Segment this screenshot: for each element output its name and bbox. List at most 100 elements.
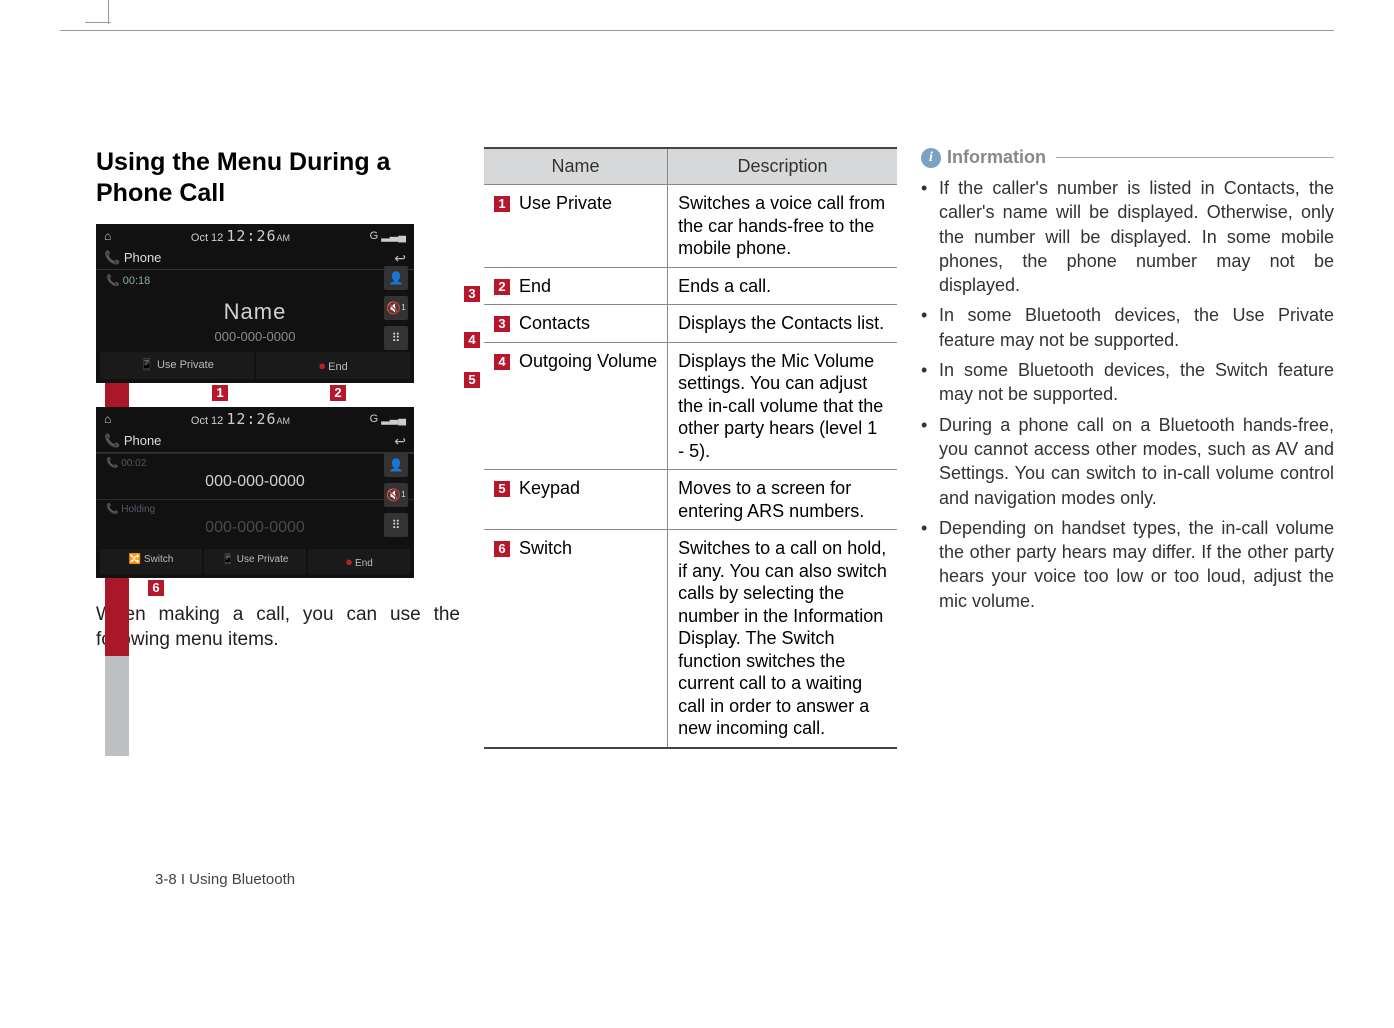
row-badge: 1 [494, 196, 510, 212]
callout-5: 5 [464, 372, 480, 388]
cell-desc: Displays the Mic Volume settings. You ca… [668, 342, 897, 470]
sb-datetime: Oct 12 12:26AM [191, 410, 290, 428]
description-table: Name Description 1 Use PrivateSwitches a… [484, 147, 897, 749]
home-icon: ⌂ [104, 229, 111, 243]
info-icon: i [921, 148, 941, 168]
cell-name: 2 End [484, 267, 668, 305]
info-item: In some Bluetooth devices, the Use Priva… [921, 303, 1334, 352]
table-body: 1 Use PrivateSwitches a voice call from … [484, 185, 897, 748]
sa-ampm: AM [277, 233, 291, 243]
sb-tab-phone: 📞 Phone [104, 433, 161, 449]
row-badge: 5 [494, 481, 510, 497]
sa-tab-phone: 📞 Phone [104, 250, 161, 266]
sb-holding-row: 📞 Holding 000-000-0000 [96, 499, 414, 545]
sa-end-label: End [328, 361, 348, 373]
sb-switch-label: Switch [144, 554, 173, 565]
row-badge: 6 [494, 541, 510, 557]
sa-tabs: 📞 Phone ↩ [96, 248, 414, 270]
sa-number: 000-000-0000 [96, 329, 414, 344]
crop-mark-h [85, 22, 111, 23]
row-badge: 4 [494, 354, 510, 370]
info-item: If the caller's number is listed in Cont… [921, 176, 1334, 297]
page-footer: 3-8 I Using Bluetooth [155, 871, 295, 888]
screenshots: ⌂ Oct 12 12:26AM G ▂▃▄ 📞 Phone ↩ 📞 00:18 [96, 224, 460, 578]
cell-desc: Ends a call. [668, 267, 897, 305]
row-name: End [514, 276, 551, 296]
home-icon: ⌂ [104, 412, 111, 426]
screenshot-b: ⌂ Oct 12 12:26AM G ▂▃▄ 📞 Phone ↩ [96, 407, 414, 578]
sb-switch: 🔀 Switch [100, 549, 202, 574]
cell-desc: Moves to a screen for entering ARS numbe… [668, 470, 897, 530]
sb-top: ⌂ Oct 12 12:26AM G ▂▃▄ [96, 407, 414, 431]
table-row: 3 ContactsDisplays the Contacts list. [484, 305, 897, 343]
screenshot-a: ⌂ Oct 12 12:26AM G ▂▃▄ 📞 Phone ↩ 📞 00:18 [96, 224, 414, 383]
sb-bottom: 🔀 Switch 📱 Use Private ●End [96, 545, 414, 578]
sb-duration: 📞 00:02 [106, 458, 404, 469]
info-item: In some Bluetooth devices, the Switch fe… [921, 358, 1334, 407]
th-name: Name [484, 148, 668, 185]
page: Using the Menu During a Phone Call ⌂ Oct… [60, 30, 1334, 968]
back-icon: ↩ [394, 250, 406, 267]
row-name: Use Private [514, 193, 612, 213]
sb-tabs: 📞 Phone ↩ [96, 431, 414, 453]
callout-1: 1 [212, 385, 228, 401]
sb-holding-number: 000-000-0000 [106, 515, 404, 541]
cell-desc: Switches a voice call from the car hands… [668, 185, 897, 268]
callout-6: 6 [148, 580, 164, 596]
screenshot-b-wrap: ⌂ Oct 12 12:26AM G ▂▃▄ 📞 Phone ↩ [96, 407, 460, 578]
cell-name: 4 Outgoing Volume [484, 342, 668, 470]
info-rule [1056, 157, 1334, 158]
sidebar-gray [105, 656, 129, 756]
info-heading-row: i Information [921, 147, 1334, 168]
cell-name: 1 Use Private [484, 185, 668, 268]
sa-top: ⌂ Oct 12 12:26AM G ▂▃▄ [96, 224, 414, 248]
sb-side-icons: 👤 🔇1 ⠿ [382, 453, 410, 537]
sb-signal: G ▂▃▄ [370, 412, 406, 425]
sa-datetime: Oct 12 12:26AM [191, 227, 290, 245]
end-icon: ● [345, 554, 353, 569]
sb-holding-label: 📞 Holding [106, 504, 404, 515]
info-item: During a phone call on a Bluetooth hands… [921, 413, 1334, 510]
sb-end: ●End [308, 549, 410, 574]
info-heading: Information [947, 147, 1046, 168]
sb-tab-label: Phone [124, 433, 162, 448]
callout-4: 4 [464, 332, 480, 348]
table-row: 1 Use PrivateSwitches a voice call from … [484, 185, 897, 268]
table-row: 6 SwitchSwitches to a call on hold, if a… [484, 530, 897, 748]
body-text: When making a call, you can use the foll… [96, 602, 460, 653]
crop-mark-v [108, 0, 109, 24]
back-icon: ↩ [394, 433, 406, 450]
sb-use-private: 📱 Use Private [204, 549, 306, 574]
sa-bottom: 📱 Use Private ●End [96, 348, 414, 383]
table-row: 4 Outgoing VolumeDisplays the Mic Volume… [484, 342, 897, 470]
callout-2: 2 [330, 385, 346, 401]
sb-time: 12:26 [226, 410, 276, 428]
sa-signal: G ▂▃▄ [370, 229, 406, 242]
sb-duration-val: 00:02 [121, 458, 146, 469]
sb-use-private-label: Use Private [237, 554, 289, 565]
sa-body: Name 000-000-0000 [96, 291, 414, 348]
row-name: Keypad [514, 478, 580, 498]
cell-name: 3 Contacts [484, 305, 668, 343]
sa-tab-label: Phone [124, 250, 162, 265]
sa-end: ●End [256, 352, 410, 379]
cell-name: 5 Keypad [484, 470, 668, 530]
volume-icon: 🔇1 [384, 483, 408, 507]
cell-desc: Switches to a call on hold, if any. You … [668, 530, 897, 748]
row-name: Contacts [514, 313, 590, 333]
content-columns: Using the Menu During a Phone Call ⌂ Oct… [60, 37, 1334, 749]
column-2: Name Description 1 Use PrivateSwitches a… [484, 147, 897, 749]
sb-ampm: AM [277, 416, 291, 426]
info-list: If the caller's number is listed in Cont… [921, 176, 1334, 613]
sb-date: Oct 12 [191, 415, 223, 427]
contacts-icon: 👤 [384, 453, 408, 477]
cell-name: 6 Switch [484, 530, 668, 748]
row-name: Switch [514, 538, 572, 558]
contacts-icon: 👤 [384, 266, 408, 290]
sa-time: 12:26 [226, 227, 276, 245]
sa-use-private: 📱 Use Private [100, 352, 254, 379]
row-badge: 2 [494, 279, 510, 295]
volume-icon: 🔇1 [384, 296, 408, 320]
screenshot-a-wrap: ⌂ Oct 12 12:26AM G ▂▃▄ 📞 Phone ↩ 📞 00:18 [96, 224, 460, 383]
section-title: Using the Menu During a Phone Call [96, 147, 460, 210]
